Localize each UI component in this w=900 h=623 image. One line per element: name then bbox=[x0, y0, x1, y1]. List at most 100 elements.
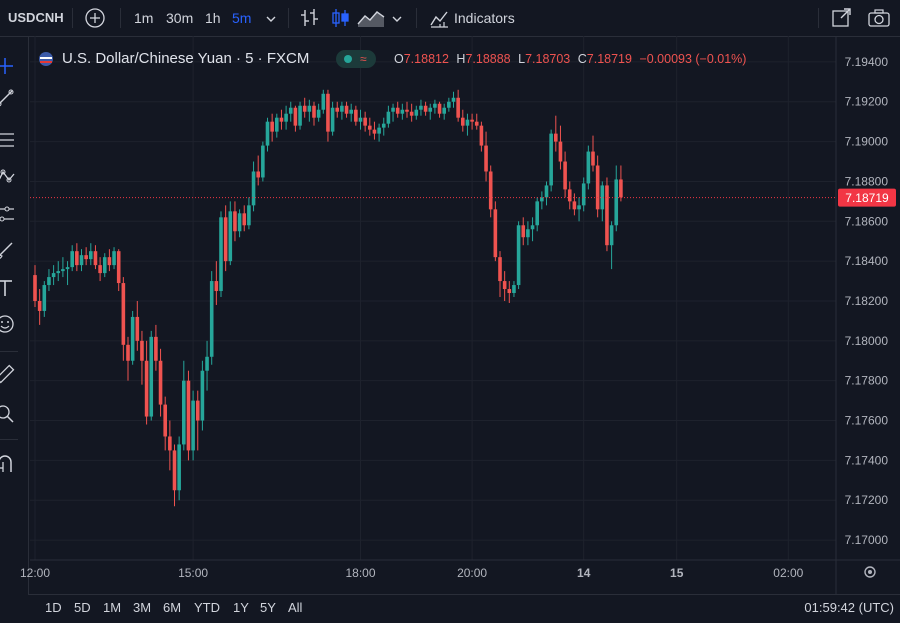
candle bbox=[163, 396, 167, 451]
price-axis[interactable]: 7.17000 7.17200 7.17400 7.17600 7.17800 7.180… bbox=[835, 36, 889, 594]
candle-body bbox=[144, 360, 149, 417]
candle-body bbox=[51, 273, 56, 278]
candle bbox=[237, 209, 242, 238]
range-all-button[interactable]: All bbox=[288, 595, 302, 623]
candle bbox=[279, 109, 284, 130]
range-1y-button[interactable]: 1Y bbox=[233, 595, 249, 623]
price-tick-label: 7.18600 bbox=[845, 214, 889, 228]
candle-body bbox=[195, 400, 200, 421]
candle bbox=[93, 245, 98, 270]
candle bbox=[558, 125, 563, 170]
candle-body bbox=[442, 107, 446, 114]
candle bbox=[158, 348, 163, 417]
candle-body bbox=[214, 281, 219, 292]
price-chart[interactable]: 7.18719 7.170007.172007.174007.176007.17… bbox=[0, 0, 900, 594]
time-tick-label: 12:00 bbox=[20, 566, 50, 580]
candle-body bbox=[609, 225, 614, 246]
candle-body bbox=[93, 251, 98, 266]
candle bbox=[270, 113, 274, 142]
candle-body bbox=[567, 189, 572, 202]
candle-body bbox=[237, 213, 242, 232]
candle-body bbox=[595, 165, 600, 210]
candle bbox=[577, 197, 581, 222]
range-5y-button[interactable]: 5Y bbox=[260, 595, 276, 623]
candle bbox=[219, 211, 223, 298]
symbol-description[interactable]: U.S. Dollar/Chinese Yuan · 5 · FXCM bbox=[62, 48, 309, 70]
candle bbox=[70, 245, 74, 272]
candle-body bbox=[521, 225, 526, 238]
candle bbox=[316, 103, 321, 122]
candle bbox=[461, 109, 465, 132]
candle-body bbox=[79, 255, 84, 266]
candle bbox=[340, 101, 344, 120]
candle bbox=[600, 181, 605, 222]
range-1m-button[interactable]: 1M bbox=[103, 595, 121, 623]
candle-body bbox=[312, 105, 316, 118]
low-value: 7.18703 bbox=[525, 52, 571, 66]
range-1d-button[interactable]: 1D bbox=[45, 595, 62, 623]
candle-body bbox=[279, 117, 284, 122]
candle bbox=[609, 221, 614, 270]
candle bbox=[107, 249, 112, 272]
candle bbox=[391, 103, 395, 122]
candle bbox=[344, 101, 349, 118]
candle bbox=[535, 197, 539, 232]
candle-body bbox=[256, 171, 260, 178]
candle bbox=[581, 177, 586, 212]
price-tick-label: 7.19000 bbox=[845, 135, 889, 149]
candle-body bbox=[65, 267, 70, 270]
range-5d-button[interactable]: 5D bbox=[74, 595, 91, 623]
open-label: O bbox=[394, 52, 404, 66]
candle-body bbox=[209, 281, 214, 357]
close-value: 7.18719 bbox=[586, 52, 632, 66]
candle-body bbox=[405, 109, 409, 112]
candle-body bbox=[330, 107, 335, 132]
range-ytd-button[interactable]: YTD bbox=[194, 595, 220, 623]
candle-body bbox=[154, 336, 158, 361]
candle-body bbox=[349, 109, 353, 114]
time-tick-label: 18:00 bbox=[345, 566, 375, 580]
time-axis[interactable]: 12:00 15:00 18:00 20:00 14 15 02:00 bbox=[20, 559, 900, 580]
candle-body bbox=[493, 209, 498, 258]
candle bbox=[177, 436, 181, 501]
candle-body bbox=[233, 211, 237, 232]
price-tick-label: 7.19200 bbox=[845, 95, 889, 109]
candle bbox=[619, 165, 623, 202]
candle bbox=[228, 201, 233, 266]
clock-timezone[interactable]: 01:59:42 (UTC) bbox=[804, 595, 894, 623]
range-bar: 1D 5D 1M 3M 6M YTD 1Y 5Y All 01:59:42 (U… bbox=[28, 594, 900, 623]
candle bbox=[474, 113, 479, 130]
candle bbox=[130, 310, 135, 365]
price-tick-label: 7.17200 bbox=[845, 493, 889, 507]
candle bbox=[298, 101, 302, 130]
price-tick-label: 7.17400 bbox=[845, 453, 889, 467]
candle-body bbox=[265, 121, 270, 146]
candle bbox=[405, 101, 409, 118]
candle bbox=[312, 101, 316, 126]
candle bbox=[121, 277, 126, 361]
candle bbox=[372, 121, 377, 140]
candle bbox=[544, 181, 549, 206]
candle bbox=[242, 205, 247, 232]
candle-body bbox=[84, 255, 88, 260]
candle-body bbox=[335, 107, 340, 112]
candle-body bbox=[316, 109, 321, 118]
candle bbox=[321, 89, 326, 114]
range-3m-button[interactable]: 3M bbox=[133, 595, 151, 623]
ohlc-values: O7.18812 H7.18888 L7.18703 C7.18719 −0.0… bbox=[394, 48, 746, 70]
candle bbox=[368, 117, 372, 136]
range-6m-button[interactable]: 6M bbox=[163, 595, 181, 623]
candle bbox=[409, 103, 414, 122]
candle bbox=[126, 336, 130, 381]
candle-body bbox=[98, 265, 102, 274]
market-status-badge[interactable]: ≈ bbox=[336, 50, 376, 68]
candle-body bbox=[33, 275, 37, 301]
axis-settings-icon[interactable] bbox=[864, 566, 876, 578]
candle-body bbox=[456, 97, 460, 118]
candle bbox=[89, 243, 93, 266]
candle-body bbox=[381, 123, 386, 128]
candle bbox=[554, 115, 558, 152]
candle-body bbox=[307, 105, 312, 112]
candle bbox=[512, 281, 516, 298]
candle-body bbox=[461, 117, 465, 126]
